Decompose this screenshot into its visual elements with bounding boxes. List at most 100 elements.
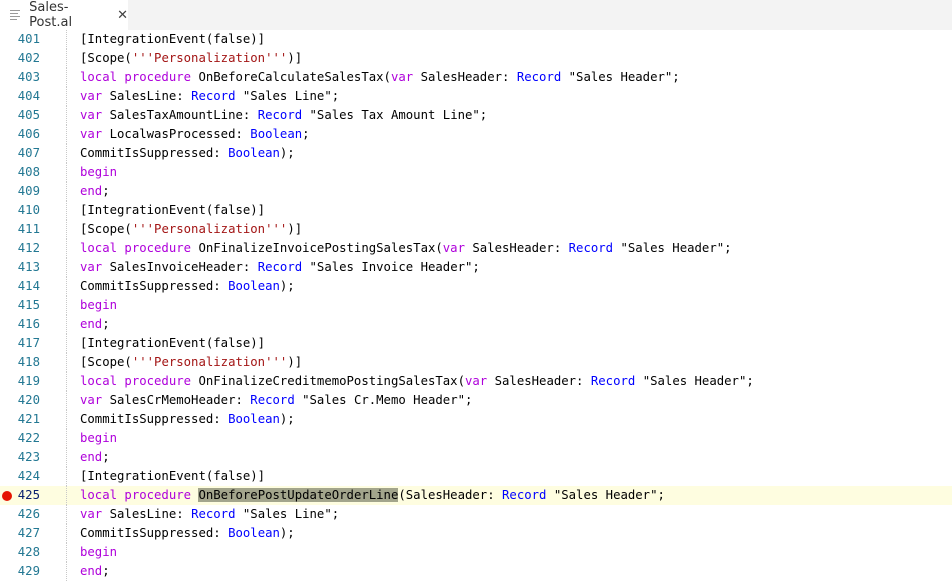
code-line[interactable]: 422 begin [0,429,952,448]
line-number: 402 [17,51,40,65]
line-number: 418 [17,355,40,369]
code-line[interactable]: 418 [Scope('''Personalization''')] [0,353,952,372]
code-line[interactable]: 415 begin [0,296,952,315]
code-text: begin [80,429,117,448]
line-number: 414 [17,279,40,293]
close-icon[interactable]: ✕ [117,8,128,23]
line-number: 429 [17,564,40,578]
code-token: SalesLine: [102,507,192,521]
line-number: 422 [17,431,40,445]
code-line[interactable]: 412 local procedure OnFinalizeInvoicePost… [0,239,952,258]
code-line[interactable]: 413 var SalesInvoiceHeader: Record "Sales… [0,258,952,277]
file-lines-icon [10,10,25,20]
code-line[interactable]: 417 [IntegrationEvent(false)] [0,334,952,353]
code-line[interactable]: 416 end; [0,315,952,334]
code-token: "Sales Invoice Header"; [302,260,480,274]
code-token: "Sales Line"; [235,507,340,521]
code-token: local procedure [80,374,192,388]
line-number: 424 [17,469,40,483]
code-line[interactable]: 424 [IntegrationEvent(false)] [0,467,952,486]
code-line[interactable]: 427 CommitIsSuppressed: Boolean); [0,524,952,543]
code-line[interactable]: 426 var SalesLine: Record "Sales Line"; [0,505,952,524]
code-token: Record [191,89,236,103]
code-line[interactable]: 404 var SalesLine: Record "Sales Line"; [0,87,952,106]
code-token: CommitIsSuppressed: [80,526,229,540]
code-line[interactable]: 405 var SalesTaxAmountLine: Record "Sales… [0,106,952,125]
code-line[interactable]: 414 CommitIsSuppressed: Boolean); [0,277,952,296]
code-text: [IntegrationEvent(false)] [80,467,265,486]
code-line[interactable]: 423 end; [0,448,952,467]
code-token: [IntegrationEvent(false)] [80,469,266,483]
indent-guide [66,182,67,201]
code-token: var [80,507,103,521]
indent-guide [66,429,67,448]
code-line[interactable]: 429 end; [0,562,952,581]
line-number: 427 [17,526,40,540]
code-token: ); [279,412,295,426]
code-token: '''Personalization''' [131,51,288,65]
indent-guide [66,372,67,391]
indent-guide [66,106,67,125]
code-editor[interactable]: 401 [IntegrationEvent(false)] 402 [Scope(''… [0,30,952,583]
code-line[interactable]: 420 var SalesCrMemoHeader: Record "Sales … [0,391,952,410]
line-number: 407 [17,146,40,160]
code-token: ; [302,127,310,141]
code-token: )] [287,222,303,236]
indent-guide [66,258,67,277]
code-text: [IntegrationEvent(false)] [80,334,265,353]
line-number: 421 [17,412,40,426]
indent-guide [66,144,67,163]
code-token: [IntegrationEvent(false)] [80,203,266,217]
code-line[interactable]: 428 begin [0,543,952,562]
file-tab[interactable]: Sales-Post.al ✕ [0,0,128,30]
code-line[interactable]: 402 [Scope('''Personalization''')] [0,49,952,68]
code-text: end; [80,315,110,334]
code-token: [Scope( [80,51,132,65]
line-number: 416 [17,317,40,331]
code-line[interactable]: 406 var LocalwasProcessed: Boolean; [0,125,952,144]
code-text: end; [80,448,110,467]
code-text: var SalesCrMemoHeader: Record "Sales Cr.… [80,391,472,410]
code-token: ; [102,317,110,331]
code-line[interactable]: 407 CommitIsSuppressed: Boolean); [0,144,952,163]
indent-guide [66,467,67,486]
code-token: [IntegrationEvent(false)] [80,336,266,350]
code-line[interactable]: 403 local procedure OnBeforeCalculateSale… [0,68,952,87]
code-text: [Scope('''Personalization''')] [80,220,302,239]
code-token: SalesLine: [102,89,192,103]
indent-guide [66,87,67,106]
code-line[interactable]: 401 [IntegrationEvent(false)] [0,30,952,49]
line-number: 405 [17,108,40,122]
code-line[interactable]: 411 [Scope('''Personalization''')] [0,220,952,239]
code-text: [IntegrationEvent(false)] [80,201,265,220]
code-line[interactable]: 410 [IntegrationEvent(false)] [0,201,952,220]
code-token: CommitIsSuppressed: [80,279,229,293]
code-token: CommitIsSuppressed: [80,412,229,426]
code-line[interactable]: 409 end; [0,182,952,201]
code-token: SalesCrMemoHeader: [102,393,251,407]
line-number: 403 [17,70,40,84]
tab-title: Sales-Post.al [29,0,73,30]
code-line[interactable]: 408 begin [0,163,952,182]
code-token: var [80,393,103,407]
code-token: "Sales Cr.Memo Header"; [294,393,473,407]
code-token: LocalwasProcessed: [102,127,251,141]
code-token: end [80,564,103,578]
code-token: var [80,89,103,103]
indent-guide [66,163,67,182]
code-text: var LocalwasProcessed: Boolean; [80,125,310,144]
code-text: var SalesLine: Record "Sales Line"; [80,505,339,524]
code-line[interactable]: 425 local procedure OnBeforePostUpdateOrd… [0,486,952,505]
code-text: CommitIsSuppressed: Boolean); [80,410,295,429]
code-text: var SalesInvoiceHeader: Record "Sales In… [80,258,480,277]
code-token: "Sales Tax Amount Line"; [302,108,488,122]
code-token: Boolean [228,526,280,540]
indent-guide [66,448,67,467]
indent-guide [66,524,67,543]
code-line[interactable]: 421 CommitIsSuppressed: Boolean); [0,410,952,429]
indent-guide [66,68,67,87]
code-text: begin [80,543,117,562]
code-token: "Sales Header"; [635,374,754,388]
line-number: 408 [17,165,40,179]
code-line[interactable]: 419 local procedure OnFinalizeCreditmemoP… [0,372,952,391]
